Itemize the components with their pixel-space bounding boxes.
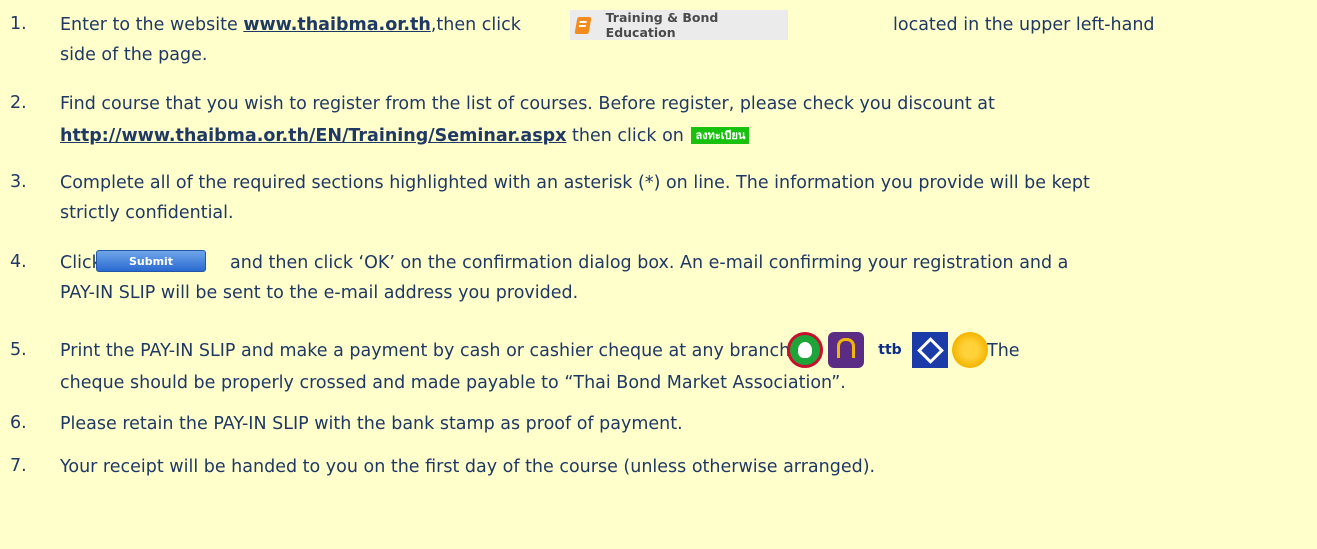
step-number: 7.: [10, 456, 27, 476]
step-5-line-2: cheque should be properly crossed and ma…: [60, 373, 846, 393]
step-4-line-2: PAY-IN SLIP will be sent to the e-mail a…: [60, 283, 579, 303]
step-number: 4.: [10, 252, 27, 272]
ttb-logo: ttb: [872, 332, 908, 368]
step-text: then click on: [566, 126, 690, 146]
ttb-logo-text: ttb: [878, 342, 902, 358]
step-1-line-1: Enter to the website www.thaibma.or.th,t…: [60, 14, 521, 36]
instructions-page: 1. Enter to the website www.thaibma.or.t…: [0, 0, 1317, 549]
seminar-link[interactable]: http://www.thaibma.or.th/EN/Training/Sem…: [60, 126, 566, 146]
scb-logo: [828, 332, 864, 368]
kasikorn-bank-logo: [787, 332, 823, 368]
step-7-line-1: Your receipt will be handed to you on th…: [60, 457, 876, 477]
step-2-line-1: Find course that you wish to register fr…: [60, 94, 995, 114]
step-number: 5.: [10, 340, 27, 360]
button-label: Training & Bond Education: [605, 10, 719, 40]
website-link[interactable]: www.thaibma.or.th: [243, 15, 431, 35]
step-5-line-1: Print the PAY-IN SLIP and make a payment…: [60, 341, 813, 361]
step-number: 3.: [10, 172, 27, 192]
step-number: 2.: [10, 93, 27, 113]
step-text: ,then click: [430, 15, 521, 35]
step-6-line-1: Please retain the PAY-IN SLIP with the b…: [60, 414, 683, 434]
step-3-line-2: strictly confidential.: [60, 203, 234, 223]
step-4-line-1: and then click ‘OK’ on the confirmation …: [230, 253, 1069, 273]
step-2-line-2: http://www.thaibma.or.th/EN/Training/Sem…: [60, 125, 750, 147]
step-number: 6.: [10, 413, 27, 433]
step-3-line-1: Complete all of the required sections hi…: [60, 173, 1090, 193]
submit-button[interactable]: Submit: [96, 250, 206, 272]
step-1-line-2: side of the page.: [60, 45, 208, 65]
step-number: 1.: [10, 14, 27, 34]
register-button[interactable]: ลงทะเบียน: [691, 127, 750, 144]
step-text: located in the upper left-hand: [893, 15, 1155, 35]
step-text: Enter to the website: [60, 15, 244, 35]
step-text: The: [987, 341, 1020, 361]
training-bond-education-button[interactable]: Training & Bond Education: [570, 10, 788, 40]
krungsri-logo: [952, 332, 988, 368]
bangkok-bank-logo: [912, 332, 948, 368]
book-icon: [574, 16, 592, 34]
